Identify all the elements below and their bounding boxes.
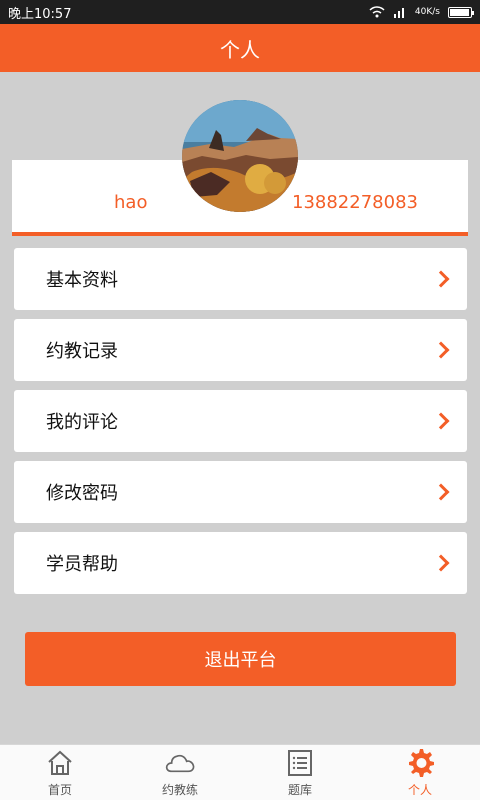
status-icons: 40K/s — [369, 6, 474, 18]
avatar[interactable] — [182, 100, 298, 212]
nav-coach-label: 约教练 — [161, 783, 198, 797]
menu-label-student-help: 学员帮助 — [46, 554, 118, 575]
chevron-right-icon — [432, 341, 450, 359]
chevron-right-icon — [432, 270, 450, 288]
gear-icon — [405, 748, 435, 778]
list-icon — [285, 748, 315, 778]
signal-icon — [393, 8, 404, 18]
menu-item-basic-info[interactable]: 基本资料 — [14, 248, 467, 310]
nav-profile[interactable]: 个人 — [360, 745, 480, 800]
nav-home[interactable]: 首页 — [0, 745, 120, 800]
bottom-nav: 首页 约教练 题库 个人 — [0, 744, 480, 800]
chevron-right-icon — [432, 554, 450, 572]
avatar-image — [182, 100, 298, 212]
page-header: 个人 — [0, 24, 480, 72]
logout-button[interactable]: 退出平台 — [25, 632, 456, 686]
menu-label-booking-records: 约教记录 — [46, 341, 118, 362]
nav-questions-label: 题库 — [287, 783, 312, 797]
network-speed: 40K/s — [414, 7, 440, 17]
logout-label: 退出平台 — [204, 650, 277, 671]
status-time: 晚上10:57 — [8, 6, 72, 22]
menu-item-student-help[interactable]: 学员帮助 — [14, 532, 467, 594]
menu-label-basic-info: 基本资料 — [46, 270, 118, 291]
chevron-right-icon — [432, 412, 450, 430]
nav-questions[interactable]: 题库 — [240, 745, 360, 800]
battery-icon — [448, 6, 474, 18]
profile-phone: 13882278083 — [292, 192, 418, 213]
wifi-icon — [369, 6, 385, 18]
menu-label-my-reviews: 我的评论 — [46, 412, 118, 433]
page-title: 个人 — [220, 37, 260, 62]
nav-coach[interactable]: 约教练 — [120, 745, 240, 800]
status-bar: 晚上10:57 40K/s — [0, 0, 480, 24]
menu-item-change-password[interactable]: 修改密码 — [14, 461, 467, 523]
menu-item-my-reviews[interactable]: 我的评论 — [14, 390, 467, 452]
nav-profile-label: 个人 — [407, 783, 432, 797]
menu-label-change-password: 修改密码 — [46, 483, 118, 504]
nav-home-label: 首页 — [47, 783, 72, 797]
chevron-right-icon — [432, 483, 450, 501]
cloud-icon — [165, 748, 195, 778]
menu-item-booking-records[interactable]: 约教记录 — [14, 319, 467, 381]
profile-name: hao — [114, 192, 148, 213]
home-icon — [45, 748, 75, 778]
